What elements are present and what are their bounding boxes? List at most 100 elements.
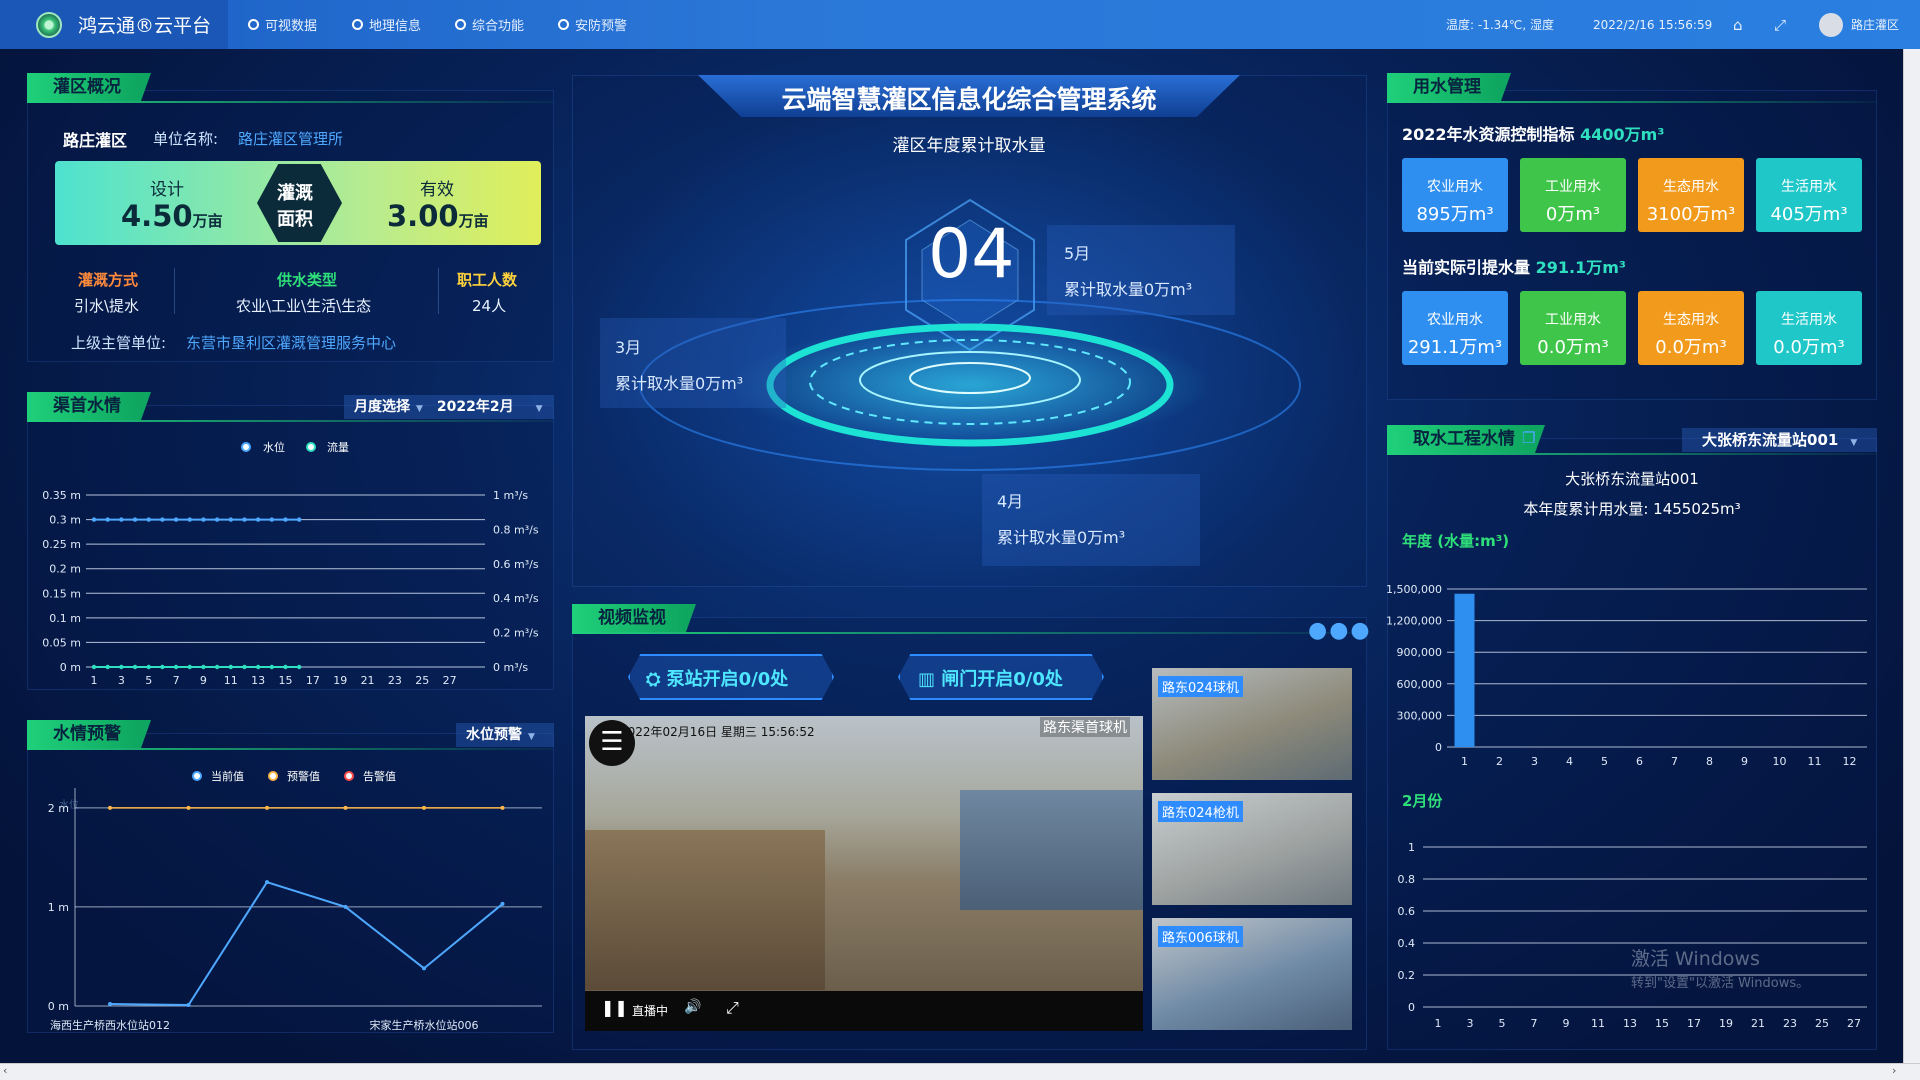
circle-icon [455,19,466,30]
horizontal-scrollbar[interactable]: ‹ › [0,1063,1920,1080]
datetime-text: 2022/2/16 15:56:59 [1593,17,1713,32]
brand[interactable]: 鸿云通®云平台 [0,0,228,49]
y-tick: 2 m [48,802,69,815]
pause-icon[interactable]: ❚❚ [601,998,628,1017]
month-card-may [1047,225,1235,315]
circle-icon [558,19,569,30]
effective-area: 3.00万亩 [387,199,489,233]
station-select[interactable]: 大张桥东流量站001 ▼ [1682,428,1877,452]
unit-name: 路庄灌区管理所 [238,130,344,148]
copy-icon[interactable]: ❐ [1522,429,1535,447]
warning-chart: 当前值 预警值 告警值水位0 m1 m2 m海西生产桥西水位站012 宋家生产桥水位站… [48,769,542,1032]
legend-flow: 流量 [327,440,349,454]
y-tick: 0.3 m [49,514,81,527]
superior-label: 上级主管单位: [71,334,167,352]
more-icon[interactable]: ●●● [1308,618,1372,643]
legend-water-level: 水位 [263,440,285,454]
y-tick: 600,000 [1397,678,1443,691]
overview-title: 灌区概况 [27,73,141,101]
chevron-down-icon: ▼ [1850,438,1858,448]
nav-security[interactable]: 安防预警 [558,0,627,49]
big-month-number: 04 [928,215,1015,294]
vertical-scrollbar[interactable] [1903,49,1920,1063]
month-card-apr-title: 4月 [997,492,1024,511]
actual-box-agri: 农业用水 291.1万m³ [1402,291,1508,365]
y-tick: 1,500,000 [1387,583,1442,596]
x-tick: 19 [1719,1017,1733,1030]
fullscreen-icon[interactable]: ⤢ [1774,0,1786,49]
user-menu[interactable]: 路庄灌区 [1819,0,1899,49]
month-card-apr-text: 累计取水量0万m³ [997,528,1126,547]
station-name: 大张桥东流量站001 [1565,470,1699,488]
home-icon[interactable]: ⌂ [1733,0,1743,49]
x-tick: 11 [1808,755,1822,768]
x-tick: 19 [333,674,347,687]
x-tick: 12 [1843,755,1857,768]
warning-title: 水情预警 [27,720,141,748]
month-select[interactable]: 月度选择 ▼ 2022年2月 ▼ [344,395,554,419]
activation-title: 激活 Windows [1631,948,1760,970]
thumb-label-1: 路东024球机 [1158,676,1243,697]
water-mgmt-title: 用水管理 [1387,73,1501,101]
legend-label: 告警值 [363,769,396,783]
chevron-down-icon: ▼ [528,732,535,742]
y-tick: 0 [1408,1001,1415,1014]
x-tick: 21 [361,674,375,687]
actual-title: 当前实际引提水量 291.1万m³ [1402,258,1626,277]
x-tick: 9 [1563,1017,1570,1030]
y-tick: 0.8 [1398,873,1416,886]
actual-box-industry: 工业用水 0.0万m³ [1520,291,1626,365]
app-title: 鸿云通®云平台 [78,15,212,37]
control-title: 2022年水资源控制指标 4400万m³ [1402,125,1665,144]
y-tick: 300,000 [1397,709,1443,722]
legend-water-level-marker [241,442,251,452]
nav-geo-info[interactable]: 地理信息 [352,0,421,49]
legend-label: 当前值 [211,769,244,783]
actual-box-life: 生活用水 0.0万m³ [1756,291,1862,365]
y-tick: 1 [1408,841,1415,854]
y-tick: 0.1 m [49,612,81,625]
february-bar-chart: 00.20.40.60.811 3 5 7 9 11 13 15 17 19 21 23 25 27 [1398,841,1867,1030]
unit-label: 单位名称: [153,130,219,148]
x-tick: 10 [1773,755,1787,768]
x-tick: 7 [1531,1017,1538,1030]
annual-usage: 本年度累计用水量: 1455025m³ [1523,500,1741,518]
thumb-label-3: 路东006球机 [1158,926,1243,947]
x-tick: 宋家生产桥水位站006 [370,1018,479,1032]
month-card-mar-title: 3月 [615,338,642,357]
superior-value: 东营市垦利区灌溉管理服务中心 [186,334,397,352]
platform-logo-icon [36,11,62,38]
design-area: 4.50万亩 [121,199,223,233]
x-tick: 17 [1687,1017,1701,1030]
x-tick: 5 [145,674,152,687]
stat-value-staff: 24人 [472,297,507,315]
x-tick: 13 [1623,1017,1637,1030]
legend-marker [192,771,202,781]
x-tick: 1 [1435,1017,1442,1030]
x-tick: 3 [1531,755,1538,768]
x-tick: 5 [1601,755,1608,768]
nav-visual-data[interactable]: 可视数据 [248,0,317,49]
volume-icon[interactable]: 🔊 [684,999,701,1015]
month-card-may-title: 5月 [1064,244,1091,263]
actual-box-eco: 生态用水 0.0万m³ [1638,291,1744,365]
x-tick: 3 [1467,1017,1474,1030]
nav-functions[interactable]: 综合功能 [455,0,524,49]
legend-marker [344,771,354,781]
x-tick: 15 [279,674,293,687]
y-tick: 0.35 m [42,489,81,502]
gate-icon: ▥ [918,669,942,690]
canal-chart: 水位 流量 0 m 0.05 m 0.1 m 0.15 m 0.2 m 0.25 m 0.3 m… [42,440,539,687]
video-overlay-time: 2022年02月16日 星期三 15:56:52 [620,725,815,739]
stat-value-method: 引水\提水 [74,297,140,315]
x-tick: 4 [1566,755,1573,768]
x-tick: 1 [1461,755,1468,768]
design-label: 设计 [150,180,184,200]
live-label: 直播中 [632,1004,669,1018]
y-tick: 1 m [48,901,69,914]
year-chart-label: 年度 (水量:m³) [1402,532,1510,550]
x-tick: 3 [118,674,125,687]
warning-type-select[interactable]: 水位预警 ▼ [456,723,554,747]
fullscreen-icon[interactable]: ⤢ [726,998,739,1018]
y-tick: 0 m [60,661,81,674]
